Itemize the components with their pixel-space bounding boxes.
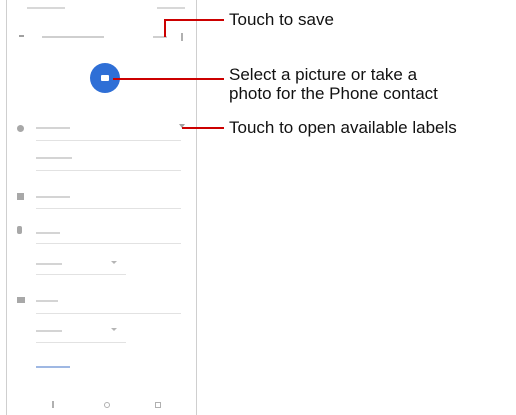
last-name-placeholder xyxy=(36,157,72,159)
chevron-down-icon[interactable] xyxy=(111,261,117,264)
status-bar-left xyxy=(27,7,65,9)
nav-back-icon[interactable] xyxy=(52,401,54,408)
email-field[interactable] xyxy=(36,313,181,314)
nav-recents-icon[interactable] xyxy=(155,402,161,408)
camera-icon xyxy=(101,75,109,81)
annotation-labels: Touch to open available labels xyxy=(229,118,457,137)
phone-label-underline xyxy=(36,274,126,275)
back-arrow-icon[interactable] xyxy=(19,35,24,37)
first-name-placeholder xyxy=(36,127,70,129)
phone-field[interactable] xyxy=(36,243,181,244)
more-fields-button[interactable] xyxy=(36,366,70,368)
company-placeholder xyxy=(36,196,70,198)
callout-labels-line xyxy=(182,127,224,129)
company-field[interactable] xyxy=(36,208,181,209)
callout-save-horizontal xyxy=(164,19,224,21)
phone-label-select[interactable] xyxy=(36,263,62,265)
phone-placeholder xyxy=(36,232,60,234)
phone-icon xyxy=(17,226,22,234)
annotation-picture-line2: photo for the Phone contact xyxy=(229,84,438,103)
status-bar-right xyxy=(157,7,185,9)
annotation-save: Touch to save xyxy=(229,10,334,29)
chevron-down-icon[interactable] xyxy=(111,328,117,331)
app-title xyxy=(42,36,104,38)
callout-save-vertical xyxy=(164,19,166,37)
first-name-field[interactable] xyxy=(36,140,181,141)
nav-home-icon[interactable] xyxy=(104,402,110,408)
business-icon xyxy=(17,193,24,200)
more-vertical-icon[interactable] xyxy=(181,33,183,41)
email-label-select[interactable] xyxy=(36,330,62,332)
last-name-field[interactable] xyxy=(36,170,181,171)
email-label-underline xyxy=(36,342,126,343)
phone-screen xyxy=(6,0,197,415)
person-icon xyxy=(17,125,24,132)
annotation-picture-line1: Select a picture or take a xyxy=(229,65,418,84)
email-icon xyxy=(17,297,25,303)
callout-picture-line xyxy=(113,78,224,80)
email-placeholder xyxy=(36,300,58,302)
